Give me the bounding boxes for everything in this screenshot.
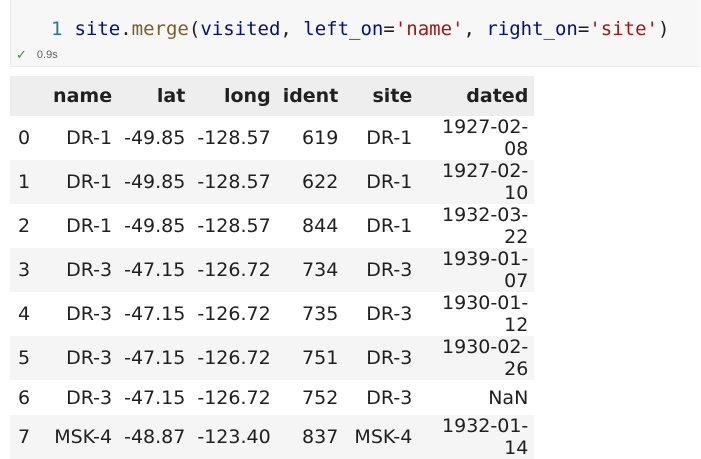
cell-dated: 1927-02-10 <box>418 160 535 204</box>
column-header-ident: ident <box>276 76 345 116</box>
cell-lat: -49.85 <box>118 204 192 248</box>
line-number: 1 <box>51 18 63 40</box>
row-index: 6 <box>10 380 39 415</box>
cell-site: DR-3 <box>344 336 419 380</box>
cell-dated: 1930-01-12 <box>418 292 535 336</box>
row-index: 2 <box>10 204 39 248</box>
cell-lat: -48.87 <box>118 415 192 459</box>
cell-name: DR-3 <box>38 380 119 415</box>
cell-lat: -47.15 <box>118 380 192 415</box>
cell-ident: 751 <box>276 336 345 380</box>
cell-site: DR-1 <box>344 160 419 204</box>
cell-name: DR-1 <box>38 116 119 160</box>
column-header-lat: lat <box>118 76 192 116</box>
table-header-row: name lat long ident site dated <box>10 76 535 116</box>
code-token-dot: . <box>120 18 132 40</box>
code-token-close-paren: ) <box>657 18 670 40</box>
cell-site: DR-3 <box>344 248 419 292</box>
code-token-string-site: 'site' <box>589 18 658 40</box>
table-row: 6 DR-3 -47.15 -126.72 752 DR-3 NaN <box>10 380 535 415</box>
code-token-kw-right-on: right_on <box>486 18 578 40</box>
row-index: 0 <box>10 116 39 160</box>
cell-long: -126.72 <box>191 336 277 380</box>
check-icon: ✓ <box>16 47 27 62</box>
cell-lat: -47.15 <box>118 248 192 292</box>
code-token-object: site <box>74 18 121 40</box>
cell-site: DR-1 <box>344 204 419 248</box>
table-row: 0 DR-1 -49.85 -128.57 619 DR-1 1927-02-0… <box>10 116 535 160</box>
cell-long: -128.57 <box>191 204 277 248</box>
cell-long: -128.57 <box>191 116 277 160</box>
cell-long: -126.72 <box>191 380 277 415</box>
code-token-comma: , <box>280 18 304 40</box>
row-index: 3 <box>10 248 39 292</box>
cell-lat: -47.15 <box>118 336 192 380</box>
cell-long: -128.57 <box>191 160 277 204</box>
table-row: 5 DR-3 -47.15 -126.72 751 DR-3 1930-02-2… <box>10 336 535 380</box>
code-cell[interactable]: 1 site.merge(visited, left_on='name', rig… <box>10 0 700 67</box>
table-row: 4 DR-3 -47.15 -126.72 735 DR-3 1930-01-1… <box>10 292 535 336</box>
execution-status: ✓ 0.9s <box>16 48 58 61</box>
cell-name: DR-3 <box>38 336 119 380</box>
cell-dated: 1939-01-07 <box>418 248 535 292</box>
cell-dated: NaN <box>418 380 535 415</box>
cell-ident: 844 <box>276 204 345 248</box>
code-token-kw-left-on: left_on <box>303 18 384 40</box>
cell-long: -126.72 <box>191 248 277 292</box>
code-token-function: merge <box>131 18 189 40</box>
code-token-string-name: 'name' <box>394 18 464 40</box>
column-header-name: name <box>38 76 119 116</box>
dataframe-output-table: name lat long ident site dated 0 DR-1 -4… <box>10 76 535 459</box>
execution-time: 0.9s <box>36 48 58 61</box>
code-token-arg-visited: visited <box>200 18 281 40</box>
cell-name: DR-1 <box>38 160 119 204</box>
cell-name: DR-1 <box>38 204 119 248</box>
cell-site: MSK-4 <box>344 415 419 459</box>
row-index: 4 <box>10 292 39 336</box>
table-row: 3 DR-3 -47.15 -126.72 734 DR-3 1939-01-0… <box>10 248 535 292</box>
column-header-dated: dated <box>418 76 535 116</box>
code-token-equals: = <box>383 18 395 40</box>
row-index: 7 <box>10 415 39 459</box>
cell-name: DR-3 <box>38 248 119 292</box>
cell-ident: 622 <box>276 160 345 204</box>
column-header-long: long <box>191 76 277 116</box>
table-row: 7 MSK-4 -48.87 -123.40 837 MSK-4 1932-01… <box>10 415 535 459</box>
cell-ident: 735 <box>276 292 345 336</box>
cell-site: DR-3 <box>344 292 419 336</box>
code-token-equals: = <box>577 18 590 40</box>
cell-name: DR-3 <box>38 292 119 336</box>
cell-name: MSK-4 <box>38 415 119 459</box>
cell-dated: 1932-01-14 <box>418 415 535 459</box>
cell-dated: 1927-02-08 <box>418 116 535 160</box>
cell-ident: 837 <box>276 415 345 459</box>
cell-ident: 619 <box>276 116 345 160</box>
code-line[interactable]: 1 site.merge(visited, left_on='name', rig… <box>51 16 669 42</box>
column-header-site: site <box>344 76 419 116</box>
cell-ident: 752 <box>276 380 345 415</box>
code-token-comma: , <box>463 18 487 40</box>
cell-lat: -49.85 <box>118 160 192 204</box>
cell-long: -123.40 <box>191 415 277 459</box>
table-row: 1 DR-1 -49.85 -128.57 622 DR-1 1927-02-1… <box>10 160 535 204</box>
index-header <box>10 76 39 116</box>
cell-lat: -47.15 <box>118 292 192 336</box>
table-row: 2 DR-1 -49.85 -128.57 844 DR-1 1932-03-2… <box>10 204 535 248</box>
cell-ident: 734 <box>276 248 345 292</box>
row-index: 5 <box>10 336 39 380</box>
row-index: 1 <box>10 160 39 204</box>
cell-long: -126.72 <box>191 292 277 336</box>
cell-dated: 1932-03-22 <box>418 204 535 248</box>
cell-dated: 1930-02-26 <box>418 336 535 380</box>
cell-site: DR-3 <box>344 380 419 415</box>
code-token-open-paren: ( <box>188 18 201 40</box>
cell-lat: -49.85 <box>118 116 192 160</box>
cell-site: DR-1 <box>344 116 419 160</box>
